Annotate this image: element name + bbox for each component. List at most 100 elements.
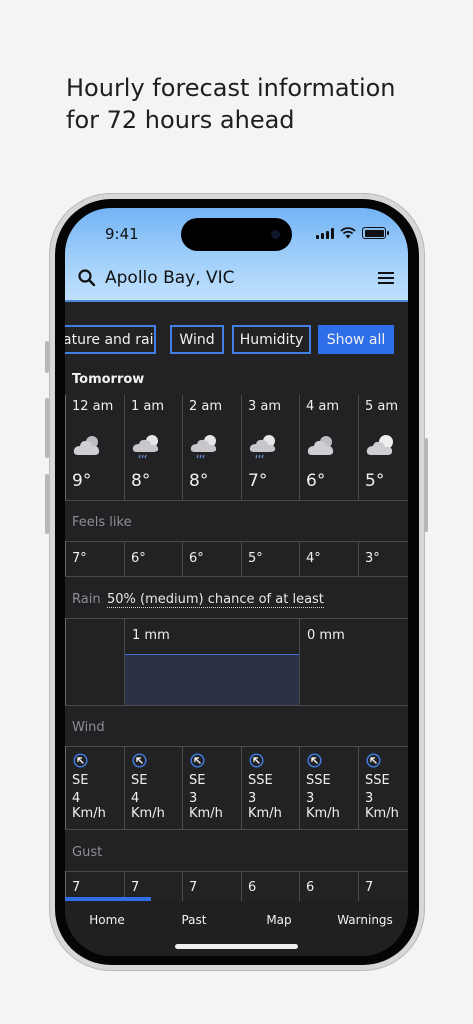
partly-cloudy-showers-icon bbox=[249, 435, 276, 459]
wind-unit: Km/h bbox=[131, 806, 165, 821]
nav-map[interactable]: Map bbox=[261, 913, 297, 927]
feels-like-value: 6° bbox=[131, 551, 146, 566]
wind-direction: SE bbox=[189, 773, 206, 788]
hour-column: 12 am 9° bbox=[65, 395, 124, 500]
rain-amount-1mm: 1 mm bbox=[132, 628, 170, 643]
wind-speed: 3 bbox=[306, 791, 315, 806]
wind-direction: SSE bbox=[365, 773, 390, 788]
rain-label: Rain bbox=[72, 592, 101, 607]
weather-icon-wrap bbox=[131, 433, 163, 468]
headline-line-2: for 72 hours ahead bbox=[66, 106, 295, 134]
wind-unit: Km/h bbox=[306, 806, 340, 821]
hour-time: 12 am bbox=[72, 399, 114, 414]
wind-cell: SE 4 Km/h bbox=[65, 746, 124, 829]
feels-like-cell: 3° bbox=[358, 541, 408, 576]
rain-bar bbox=[125, 654, 300, 705]
feels-like-cell: 5° bbox=[241, 541, 299, 576]
weather-icon-wrap bbox=[306, 433, 338, 464]
gust-value: 7 bbox=[131, 880, 140, 895]
hour-time: 1 am bbox=[131, 399, 165, 414]
hour-column: 2 am 8° bbox=[182, 395, 241, 500]
gust-label: Gust bbox=[72, 845, 103, 860]
wind-direction: SE bbox=[131, 773, 148, 788]
rain-amount-0mm: 0 mm bbox=[307, 628, 345, 643]
feels-like-cell: 7° bbox=[65, 541, 124, 576]
nav-warnings[interactable]: Warnings bbox=[335, 913, 395, 927]
wind-cell: SSE 3 Km/h bbox=[299, 746, 358, 829]
gust-cell: 6 bbox=[299, 871, 358, 901]
feels-like-cell: 6° bbox=[124, 541, 182, 576]
wind-cell: SE 3 Km/h bbox=[182, 746, 241, 829]
wind-cell: SE 4 Km/h bbox=[124, 746, 182, 829]
feels-like-cell: 6° bbox=[182, 541, 241, 576]
hour-time: 3 am bbox=[248, 399, 282, 414]
wind-label: Wind bbox=[72, 720, 105, 735]
gust-value: 7 bbox=[72, 880, 81, 895]
weather-icon-wrap bbox=[72, 433, 104, 464]
gust-cell: 7 bbox=[182, 871, 241, 901]
hour-temperature: 6° bbox=[306, 471, 326, 491]
hour-time: 5 am bbox=[365, 399, 399, 414]
hour-temperature: 5° bbox=[365, 471, 385, 491]
cloudy-icon bbox=[307, 436, 334, 455]
home-indicator bbox=[175, 944, 298, 949]
headline-line-1: Hourly forecast information bbox=[66, 74, 396, 102]
wind-unit: Km/h bbox=[248, 806, 282, 821]
hour-temperature: 8° bbox=[189, 471, 209, 491]
gust-cell: 6 bbox=[241, 871, 299, 901]
wind-direction: SSE bbox=[306, 773, 331, 788]
wind-direction: SSE bbox=[248, 773, 273, 788]
feels-like-value: 3° bbox=[365, 551, 380, 566]
cloudy-icon bbox=[73, 436, 100, 455]
hour-time: 2 am bbox=[189, 399, 223, 414]
hour-temperature: 7° bbox=[248, 471, 268, 491]
wind-unit: Km/h bbox=[72, 806, 106, 821]
wind-direction-icon bbox=[132, 753, 147, 768]
gust-value: 7 bbox=[365, 880, 374, 895]
phone-silent-switch bbox=[45, 341, 49, 373]
nav-home[interactable]: Home bbox=[89, 913, 125, 927]
rain-chance-text[interactable]: 50% (medium) chance of at least bbox=[107, 592, 324, 608]
wind-direction-icon bbox=[190, 753, 205, 768]
feels-like-label: Feels like bbox=[72, 515, 132, 530]
wind-direction-icon bbox=[307, 753, 322, 768]
wind-speed: 3 bbox=[248, 791, 257, 806]
nav-past[interactable]: Past bbox=[175, 913, 213, 927]
feels-like-value: 5° bbox=[248, 551, 263, 566]
wind-direction-icon bbox=[249, 753, 264, 768]
gust-value: 6 bbox=[306, 880, 315, 895]
feels-like-value: 4° bbox=[306, 551, 321, 566]
page-headline: Hourly forecast information for 72 hours… bbox=[66, 72, 446, 136]
weather-icon-wrap bbox=[248, 433, 280, 468]
wind-cell: SSE 3 Km/h bbox=[358, 746, 408, 829]
rain-cell-0mm: 0 mm bbox=[299, 618, 408, 705]
day-label: Tomorrow bbox=[72, 372, 145, 387]
gust-value: 7 bbox=[189, 880, 198, 895]
wind-unit: Km/h bbox=[365, 806, 399, 821]
feels-like-cell: 4° bbox=[299, 541, 358, 576]
wind-speed: 4 bbox=[72, 791, 81, 806]
hour-temperature: 8° bbox=[131, 471, 151, 491]
hour-column: 5 am 5° bbox=[358, 395, 408, 500]
partly-cloudy-showers-icon bbox=[132, 435, 159, 459]
wind-cell: SSE 3 Km/h bbox=[241, 746, 299, 829]
hour-column: 1 am 8° bbox=[124, 395, 182, 500]
wind-unit: Km/h bbox=[189, 806, 223, 821]
phone-volume-down bbox=[45, 474, 49, 534]
gust-value: 6 bbox=[248, 880, 257, 895]
wind-speed: 4 bbox=[131, 791, 140, 806]
feels-like-value: 7° bbox=[72, 551, 87, 566]
wind-direction-icon bbox=[366, 753, 381, 768]
hour-column: 4 am 6° bbox=[299, 395, 358, 500]
phone-power-button bbox=[424, 438, 428, 532]
partly-cloudy-showers-icon bbox=[190, 435, 217, 459]
partly-cloudy-icon bbox=[366, 435, 393, 455]
feels-like-value: 6° bbox=[189, 551, 204, 566]
app-screen: 9:41 Apollo Bay, VIC ature and rain Wind… bbox=[65, 208, 408, 956]
forecast-table: Tomorrow Feels like Rain 50% (medium) ch… bbox=[65, 208, 408, 901]
rain-cell-empty bbox=[65, 618, 124, 705]
hour-time: 4 am bbox=[306, 399, 340, 414]
hour-column: 3 am 7° bbox=[241, 395, 299, 500]
weather-icon-wrap bbox=[365, 433, 397, 464]
gust-cell: 7 bbox=[358, 871, 408, 901]
